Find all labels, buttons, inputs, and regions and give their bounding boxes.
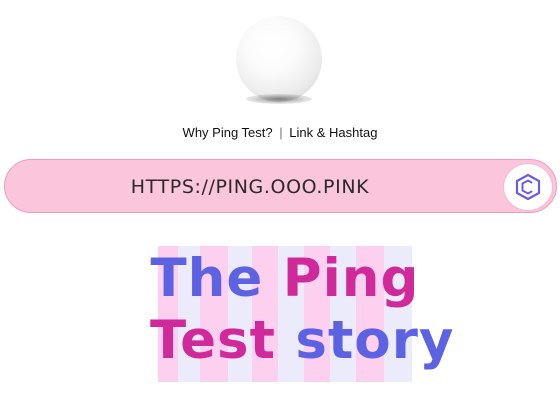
title-word: story — [295, 310, 455, 371]
why-ping-test-link[interactable]: Why Ping Test? — [183, 125, 273, 140]
title-word: Ping — [282, 248, 420, 309]
url-bar[interactable]: HTTPS://PING.OOO.PINK — [4, 159, 557, 213]
page: Why Ping Test? | Link & Hashtag HTTPS://… — [0, 0, 560, 400]
title-word: Test — [150, 310, 276, 371]
page-title: The Ping Test story — [150, 248, 453, 372]
hexagon-action-button[interactable] — [503, 163, 553, 211]
hexagon-icon — [515, 173, 541, 201]
title-line-2: Test story — [150, 310, 453, 372]
title-line-1: The Ping — [150, 248, 420, 310]
url-text[interactable]: HTTPS://PING.OOO.PINK — [5, 160, 495, 214]
ball-logo-icon — [236, 16, 322, 102]
title-word: The — [150, 248, 264, 309]
ball-shadow — [246, 94, 312, 104]
nav-links: Why Ping Test? | Link & Hashtag — [0, 125, 560, 140]
nav-separator: | — [279, 125, 283, 140]
link-hashtag-link[interactable]: Link & Hashtag — [289, 125, 377, 140]
